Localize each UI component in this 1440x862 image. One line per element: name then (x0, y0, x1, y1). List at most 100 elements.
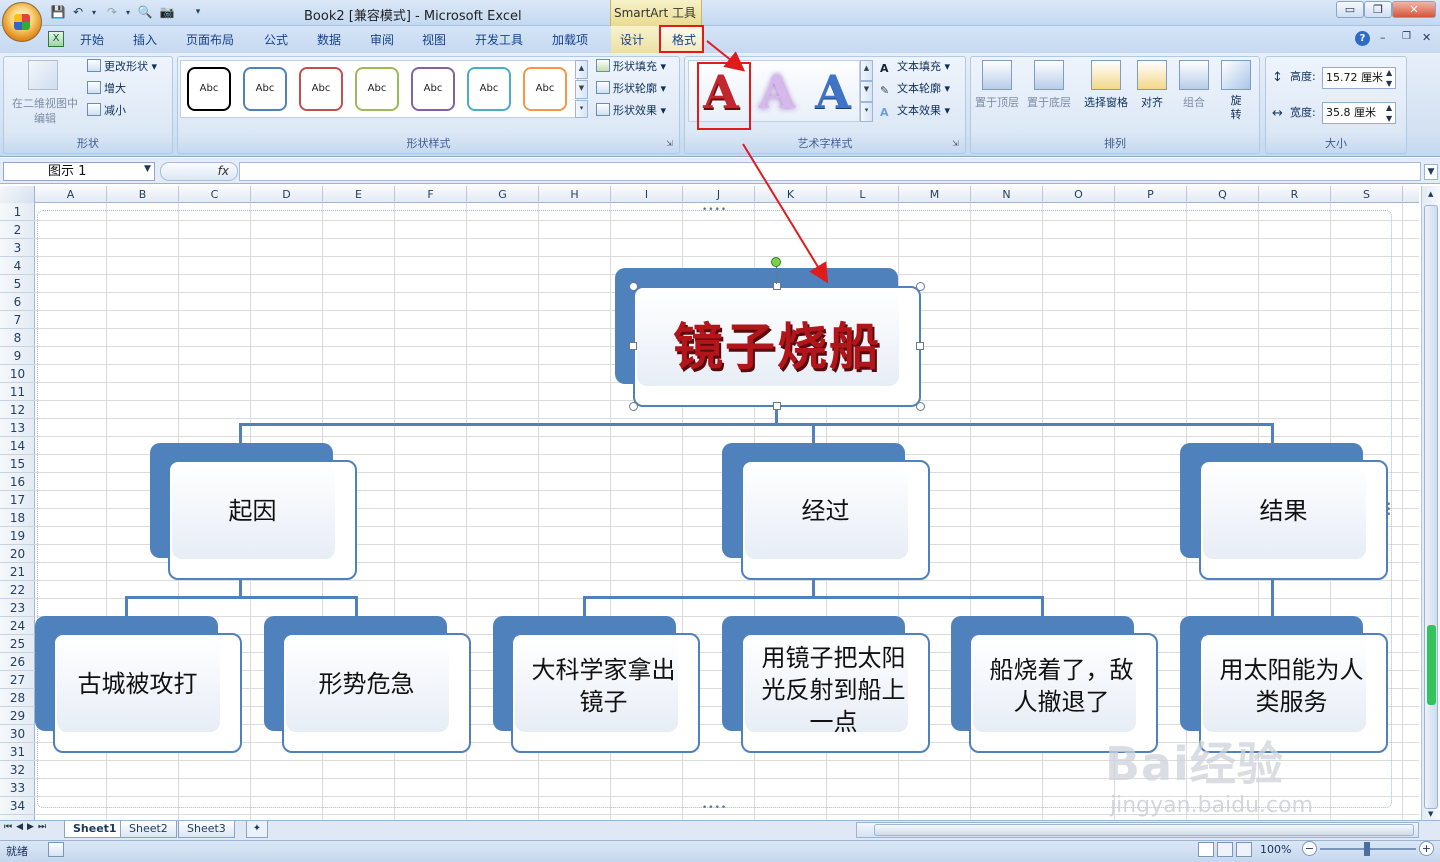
print-preview-icon[interactable]: 🔍 (137, 5, 153, 20)
change-shape-button[interactable]: 更改形状 ▾ (87, 58, 157, 76)
row-header-cell[interactable]: 13 (0, 419, 35, 437)
restore-button[interactable]: ❐ (1364, 1, 1392, 18)
column-header-cell[interactable]: S (1331, 186, 1403, 203)
shape-outline-button[interactable]: 形状轮廓 ▾ (596, 80, 666, 98)
frame-bottom-grip-icon[interactable]: •••• (702, 803, 727, 813)
expand-formula-icon[interactable]: ▼ (1424, 164, 1438, 180)
resize-handle[interactable] (916, 402, 925, 411)
width-input[interactable]: 35.8 厘米 (1322, 102, 1396, 124)
edit-2d-button[interactable]: 在二维视图中 编辑 (7, 96, 83, 126)
row-header-cell[interactable]: 28 (0, 689, 35, 707)
row-header-cell[interactable]: 16 (0, 473, 35, 491)
undo-dropdown-icon[interactable]: ▾ (86, 5, 102, 20)
zoom-out-icon[interactable]: − (1302, 841, 1317, 856)
text-fill-button[interactable]: A 文本填充 ▾ (880, 58, 950, 76)
vertical-scroll-thumb[interactable] (1424, 205, 1438, 809)
office-button[interactable] (2, 2, 42, 42)
tab-home[interactable]: 开始 (80, 31, 104, 49)
gallery-down-icon[interactable]: ▼ (575, 80, 588, 99)
height-input[interactable]: 15.72 厘米 (1322, 67, 1396, 89)
row-header-cell[interactable]: 19 (0, 527, 35, 545)
resize-handle[interactable] (629, 342, 637, 350)
scroll-down-icon[interactable]: ▼ (1428, 810, 1433, 818)
row-header-cell[interactable]: 32 (0, 761, 35, 779)
rotate-button[interactable]: 旋 转 (1216, 60, 1256, 122)
column-header-cell[interactable]: K (755, 186, 827, 203)
resize-handle[interactable] (773, 282, 781, 290)
row-header-cell[interactable]: 8 (0, 329, 35, 347)
row-header-cell[interactable]: 17 (0, 491, 35, 509)
insert-sheet-icon[interactable]: ✦ (246, 821, 268, 838)
width-spinner-icon[interactable]: ▲ ▼ (1386, 102, 1392, 124)
ribbon-close-icon[interactable]: ✕ (1422, 31, 1431, 44)
rotation-handle[interactable] (771, 257, 781, 267)
selection-pane-button[interactable]: 选择窗格 (1080, 60, 1132, 110)
text-outline-button[interactable]: ✎ 文本轮廓 ▾ (880, 80, 950, 98)
column-header-cell[interactable]: F (395, 186, 467, 203)
frame-top-grip-icon[interactable]: •••• (702, 205, 727, 215)
sheet-nav-icon[interactable]: ⏮◀▶⏭ (4, 822, 50, 832)
text-effects-button[interactable]: A 文本效果 ▾ (880, 102, 950, 120)
tab-view[interactable]: 视图 (422, 31, 446, 49)
row-header-cell[interactable]: 4 (0, 257, 35, 275)
formula-input[interactable] (239, 162, 1421, 181)
camera-icon[interactable]: 📷 (159, 5, 175, 20)
row-header-cell[interactable]: 3 (0, 239, 35, 257)
shape-style-swatch[interactable]: Abc (299, 67, 343, 111)
row-header-cell[interactable]: 18 (0, 509, 35, 527)
ribbon-minimize-icon[interactable]: – (1380, 31, 1386, 44)
save-icon[interactable]: 💾 (50, 5, 66, 20)
select-all-corner[interactable] (0, 186, 35, 203)
row-header-cell[interactable]: 23 (0, 599, 35, 617)
column-header-cell[interactable]: G (467, 186, 539, 203)
redo-dropdown-icon[interactable]: ▾ (120, 5, 136, 20)
row-header-cell[interactable]: 1 (0, 203, 35, 221)
horizontal-scroll-thumb[interactable] (874, 824, 1414, 836)
row-header-cell[interactable]: 29 (0, 707, 35, 725)
row-header-cell[interactable]: 22 (0, 581, 35, 599)
wordart-launcher-icon[interactable]: ⇲ (952, 139, 959, 148)
shape-style-swatch[interactable]: Abc (243, 67, 287, 111)
zoom-slider-thumb[interactable] (1364, 842, 1370, 856)
resize-handle[interactable] (916, 342, 924, 350)
redo-icon[interactable]: ↷ (104, 5, 120, 20)
row-header-cell[interactable]: 26 (0, 653, 35, 671)
sheet-tab-2[interactable]: Sheet2 (120, 821, 177, 838)
tab-data[interactable]: 数据 (317, 31, 341, 49)
row-header-cell[interactable]: 21 (0, 563, 35, 581)
normal-view-icon[interactable] (1198, 842, 1214, 857)
smaller-button[interactable]: 减小 (87, 102, 126, 120)
tab-formulas[interactable]: 公式 (264, 31, 288, 49)
column-header-cell[interactable]: J (683, 186, 755, 203)
row-header-cell[interactable]: 30 (0, 725, 35, 743)
column-header-cell[interactable]: B (107, 186, 179, 203)
row-header-cell[interactable]: 15 (0, 455, 35, 473)
node-leaf-2[interactable]: 形势危急 (282, 633, 471, 753)
ribbon-restore-icon[interactable]: ❐ (1402, 31, 1411, 42)
row-header-cell[interactable]: 7 (0, 311, 35, 329)
row-header-cell[interactable]: 2 (0, 221, 35, 239)
row-header-cell[interactable]: 12 (0, 401, 35, 419)
scroll-up-icon[interactable]: ▲ (1428, 190, 1433, 198)
tab-design[interactable]: 设计 (620, 31, 644, 49)
wordart-down-icon[interactable]: ▼ (860, 81, 873, 102)
customize-qat-icon[interactable]: ▾ (190, 5, 206, 20)
tab-page-layout[interactable]: 页面布局 (186, 31, 234, 49)
column-header-cell[interactable]: L (827, 186, 899, 203)
resize-handle[interactable] (629, 402, 638, 411)
column-header-cell[interactable]: M (899, 186, 971, 203)
row-header-cell[interactable]: 31 (0, 743, 35, 761)
help-icon[interactable]: ? (1355, 31, 1370, 46)
bring-to-front-button[interactable]: 置于顶层 (974, 60, 1020, 110)
shape-styles-launcher-icon[interactable]: ⇲ (666, 139, 673, 148)
larger-button[interactable]: 增大 (87, 80, 126, 98)
column-header-cell[interactable]: E (323, 186, 395, 203)
align-button[interactable]: 对齐 (1132, 60, 1172, 110)
row-header-cell[interactable]: 27 (0, 671, 35, 689)
shape-effects-button[interactable]: 形状效果 ▾ (596, 102, 666, 120)
gallery-more-icon[interactable]: ▾ (575, 100, 588, 118)
wordart-more-icon[interactable]: ▾ (860, 102, 873, 122)
shape-style-swatch[interactable]: Abc (355, 67, 399, 111)
minimize-button[interactable]: ▭ (1336, 1, 1364, 18)
node-leaf-3[interactable]: 大科学家拿出 镜子 (511, 633, 700, 753)
